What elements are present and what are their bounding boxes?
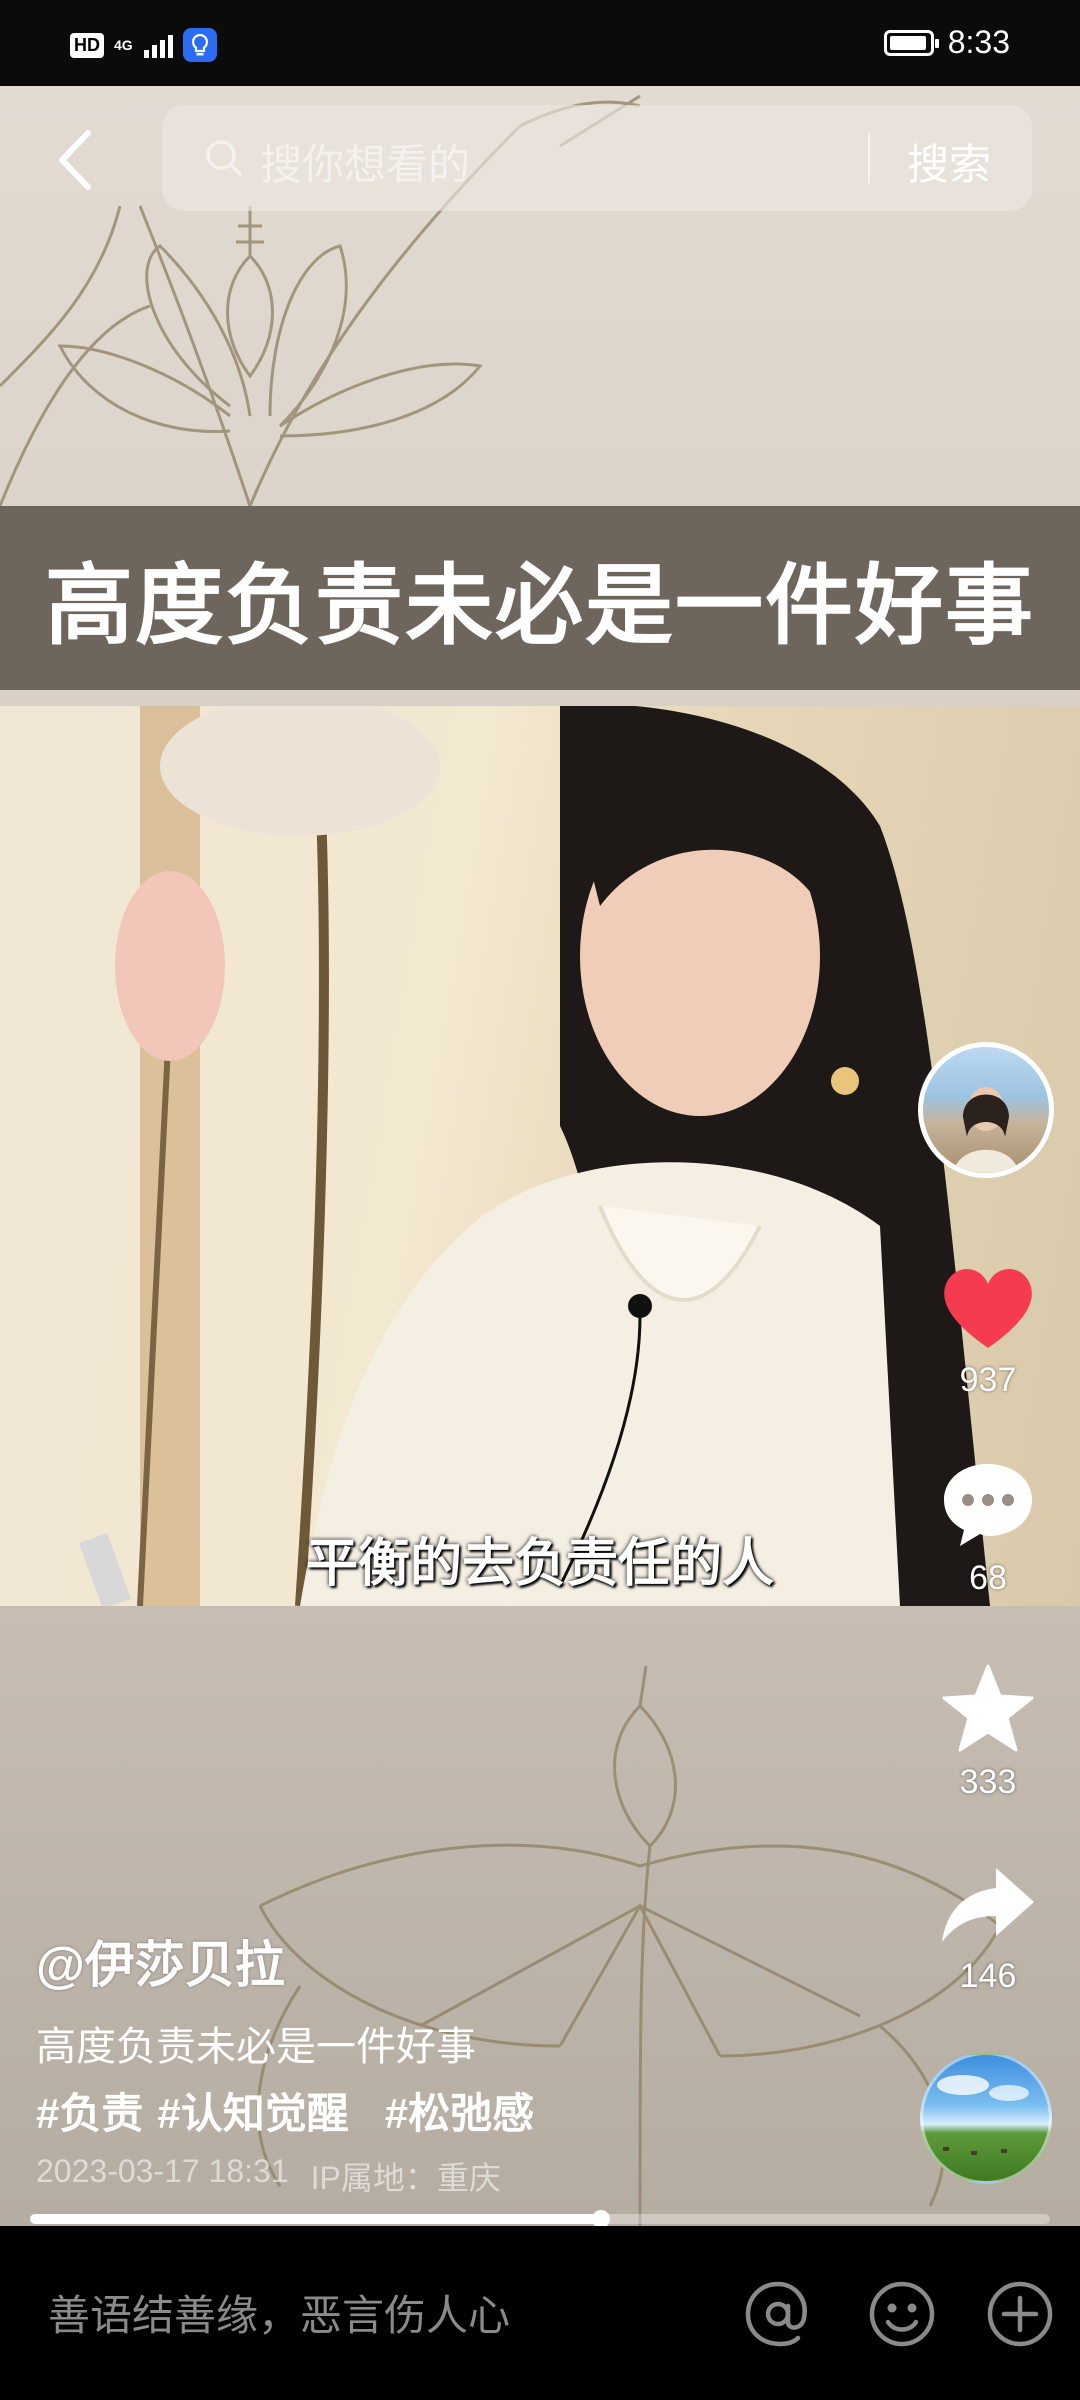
comment-input[interactable]: 善语结善缘，恶言伤人心 — [48, 2282, 510, 2343]
star-icon — [942, 1664, 1034, 1752]
music-disc[interactable] — [920, 2052, 1052, 2184]
clock: 8:33 — [947, 24, 1010, 60]
music-cover-image — [937, 2075, 1029, 2155]
status-right: 8:33 — [883, 24, 1010, 61]
mention-button[interactable] — [742, 2278, 814, 2350]
video-progress-bar[interactable] — [30, 2210, 1050, 2228]
like-count: 937 — [959, 1361, 1017, 1399]
hashtag[interactable]: #负责 — [36, 2080, 143, 2141]
share-button[interactable]: 146 — [920, 1862, 1056, 1996]
at-icon — [745, 2281, 807, 2347]
post-description: 高度负责未必是一件好事 — [36, 2025, 476, 2069]
comment-button[interactable]: 68 — [920, 1458, 1056, 1598]
avatar-image — [953, 1087, 1019, 1173]
search-icon — [206, 140, 242, 176]
search-divider — [868, 133, 870, 183]
comment-icon — [944, 1464, 1032, 1546]
emoji-button[interactable] — [866, 2278, 938, 2350]
hashtag[interactable]: #松弛感 — [385, 2080, 534, 2141]
lightbulb-icon — [183, 28, 217, 62]
battery-icon — [883, 29, 939, 56]
title-overlay: 高度负责未必是一件好事 — [0, 506, 1080, 690]
video-subtitle: 平衡的去负责任的人 — [305, 1535, 774, 1593]
video-scene — [78, 706, 990, 1606]
status-bar: HD 4G 8:33 — [0, 0, 1080, 86]
favorite-count: 333 — [959, 1763, 1017, 1801]
ip-location: IP属地：重庆 — [310, 2160, 501, 2196]
like-button[interactable]: 937 — [920, 1262, 1056, 1400]
comment-bar: 善语结善缘，恶言伤人心 — [0, 2226, 1080, 2400]
signal-icon — [144, 32, 173, 58]
video-player[interactable]: 高度负责未必是一件好事 平衡的去负责任的人 — [0, 86, 1080, 2226]
favorite-button[interactable]: 333 — [920, 1662, 1056, 1802]
post-meta: 2023-03-17 18:31 IP属地：重庆 — [36, 2153, 501, 2199]
emoji-icon — [869, 2281, 935, 2347]
search-input[interactable]: 搜你想看的 — [260, 131, 470, 192]
comment-count: 68 — [969, 1559, 1007, 1597]
share-count: 146 — [959, 1957, 1017, 1995]
hashtag-list: #负责 #认知觉醒 #松弛感 — [36, 2080, 534, 2141]
title-overlay-text: 高度负责未必是一件好事 — [44, 553, 1035, 657]
status-left: HD 4G — [70, 28, 217, 62]
hd-badge: HD — [70, 32, 104, 58]
search-button[interactable]: 搜索 — [907, 131, 991, 192]
author-name[interactable]: @伊莎贝拉 — [36, 1925, 285, 1997]
video-progress-fill — [30, 2214, 602, 2224]
add-button[interactable] — [984, 2278, 1056, 2350]
hashtag[interactable]: #认知觉醒 — [157, 2080, 348, 2141]
post-date: 2023-03-17 18:31 — [36, 2153, 289, 2189]
back-arrow-icon — [59, 130, 91, 190]
heart-icon — [944, 1269, 1032, 1348]
network-type: 4G — [114, 37, 133, 53]
back-button[interactable] — [50, 125, 100, 195]
plus-icon — [987, 2281, 1053, 2347]
video-frame — [0, 706, 1080, 1606]
search-bar[interactable]: 搜你想看的 搜索 — [162, 105, 1032, 211]
author-avatar[interactable] — [918, 1042, 1054, 1178]
share-icon — [942, 1868, 1034, 1942]
